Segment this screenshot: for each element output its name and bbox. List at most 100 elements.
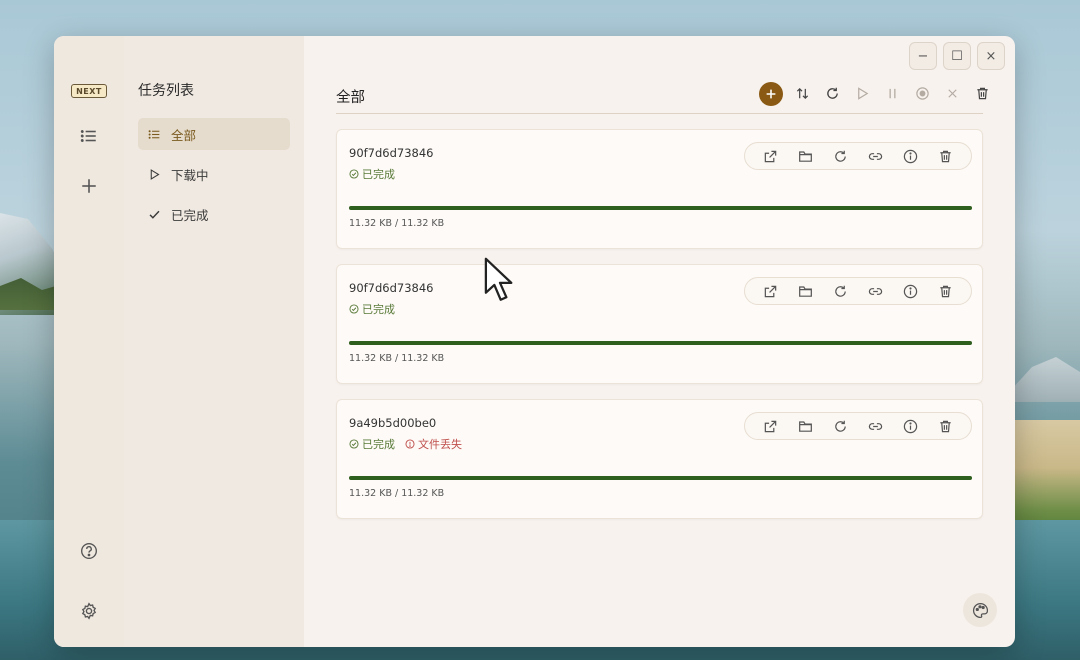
- refresh-icon: [826, 87, 838, 99]
- status-label: 已完成: [362, 303, 395, 316]
- task-card[interactable]: 9a49b5d00be0 已完成 文件丢失 11.32 KB / 11.32 K…: [336, 399, 983, 519]
- info-button[interactable]: [901, 416, 921, 436]
- status-label: 已完成: [362, 168, 395, 181]
- task-card[interactable]: 90f7d6d73846 已完成 11.32 KB / 11.32 KB: [336, 264, 983, 384]
- open-file-button[interactable]: [761, 281, 781, 301]
- delete-task-button[interactable]: [936, 281, 956, 301]
- plus-icon: [766, 89, 776, 98]
- open-external-icon: [764, 420, 777, 432]
- main-header: 全部: [336, 74, 988, 114]
- palette-icon: [972, 602, 988, 618]
- progress-fill: [349, 476, 972, 480]
- open-external-icon: [764, 150, 777, 162]
- check-circle-icon: [349, 169, 359, 179]
- check-circle-icon: [349, 304, 359, 314]
- info-button[interactable]: [901, 146, 921, 166]
- sidebar-item-all[interactable]: 全部: [138, 118, 290, 150]
- sort-button[interactable]: [791, 83, 813, 105]
- task-actions: [744, 412, 972, 440]
- sidebar-item-downloading[interactable]: 下载中: [138, 158, 290, 190]
- open-folder-button[interactable]: [796, 416, 816, 436]
- app-logo: NEXT: [71, 84, 107, 98]
- play-icon: [857, 87, 868, 100]
- delete-all-button[interactable]: [971, 83, 993, 105]
- check-icon: [149, 210, 160, 219]
- window-controls: − ☐ ×: [909, 42, 1005, 70]
- open-folder-button[interactable]: [796, 281, 816, 301]
- open-file-button[interactable]: [761, 146, 781, 166]
- start-all-button[interactable]: [851, 83, 873, 105]
- cancel-all-button[interactable]: [941, 83, 963, 105]
- trash-icon: [940, 285, 951, 297]
- retry-button[interactable]: [831, 281, 851, 301]
- minimize-button[interactable]: −: [909, 42, 937, 70]
- refresh-icon: [835, 150, 846, 162]
- progress-fill: [349, 206, 972, 210]
- status-file-missing: 文件丢失: [405, 436, 462, 452]
- error-label: 文件丢失: [418, 438, 462, 451]
- rail-task-list-button[interactable]: [73, 120, 105, 152]
- help-button[interactable]: [73, 535, 105, 567]
- folder-icon: [799, 150, 812, 162]
- info-icon: [903, 149, 918, 163]
- add-task-button[interactable]: [759, 81, 783, 106]
- sidebar-item-label: 下载中: [171, 167, 209, 183]
- open-file-button[interactable]: [761, 416, 781, 436]
- status-completed: 已完成: [349, 436, 395, 452]
- trash-icon: [940, 150, 951, 162]
- help-icon: [81, 543, 97, 559]
- check-circle-icon: [349, 439, 359, 449]
- page-title: 全部: [336, 90, 365, 106]
- info-icon: [903, 419, 918, 433]
- rail-add-task-button[interactable]: [73, 170, 105, 202]
- status-completed: 已完成: [349, 166, 395, 182]
- link-icon: [868, 152, 883, 160]
- plus-icon: [82, 179, 96, 193]
- task-actions: [744, 277, 972, 305]
- folder-icon: [799, 285, 812, 297]
- list-icon: [148, 129, 160, 139]
- task-size: 11.32 KB / 11.32 KB: [349, 488, 445, 499]
- sidebar-title: 任务列表: [138, 83, 194, 99]
- play-icon: [150, 168, 160, 180]
- sidebar-item-completed[interactable]: 已完成: [138, 198, 290, 230]
- delete-task-button[interactable]: [936, 416, 956, 436]
- refresh-all-button[interactable]: [821, 83, 843, 105]
- status-label: 已完成: [362, 438, 395, 451]
- progress-bar: [349, 206, 972, 210]
- status-completed: 已完成: [349, 301, 395, 317]
- settings-button[interactable]: [73, 595, 105, 627]
- retry-button[interactable]: [831, 146, 851, 166]
- task-card[interactable]: 90f7d6d73846 已完成 11.32 KB / 11.32 KB: [336, 129, 983, 249]
- gear-icon: [81, 602, 97, 620]
- task-actions: [744, 142, 972, 170]
- task-size: 11.32 KB / 11.32 KB: [349, 218, 445, 229]
- theme-palette-button[interactable]: [963, 593, 997, 627]
- copy-link-button[interactable]: [866, 281, 886, 301]
- trash-icon: [976, 87, 988, 100]
- record-button[interactable]: [911, 83, 933, 105]
- task-size: 11.32 KB / 11.32 KB: [349, 353, 445, 364]
- app-window: NEXT 任务列表 全部 下载中 已完成 − ☐ × 全部 90f7d6d738…: [54, 36, 1015, 647]
- sort-icon: [796, 87, 808, 100]
- close-window-button[interactable]: ×: [977, 42, 1005, 70]
- copy-link-button[interactable]: [866, 416, 886, 436]
- refresh-icon: [835, 285, 846, 297]
- toolbar: [759, 81, 993, 106]
- open-folder-button[interactable]: [796, 146, 816, 166]
- sidebar: 任务列表 全部 下载中 已完成: [124, 36, 304, 647]
- copy-link-button[interactable]: [866, 146, 886, 166]
- close-icon: [947, 89, 957, 98]
- icon-rail: NEXT: [54, 36, 124, 647]
- pause-icon: [889, 88, 895, 99]
- trash-icon: [940, 420, 951, 432]
- sidebar-item-label: 已完成: [171, 207, 209, 223]
- maximize-button[interactable]: ☐: [943, 42, 971, 70]
- main-panel: − ☐ × 全部 90f7d6d73846 已完成 11.32 KB / 11.…: [304, 36, 1015, 647]
- refresh-icon: [835, 420, 846, 432]
- retry-button[interactable]: [831, 416, 851, 436]
- delete-task-button[interactable]: [936, 146, 956, 166]
- list-icon: [80, 130, 96, 142]
- pause-all-button[interactable]: [881, 83, 903, 105]
- info-button[interactable]: [901, 281, 921, 301]
